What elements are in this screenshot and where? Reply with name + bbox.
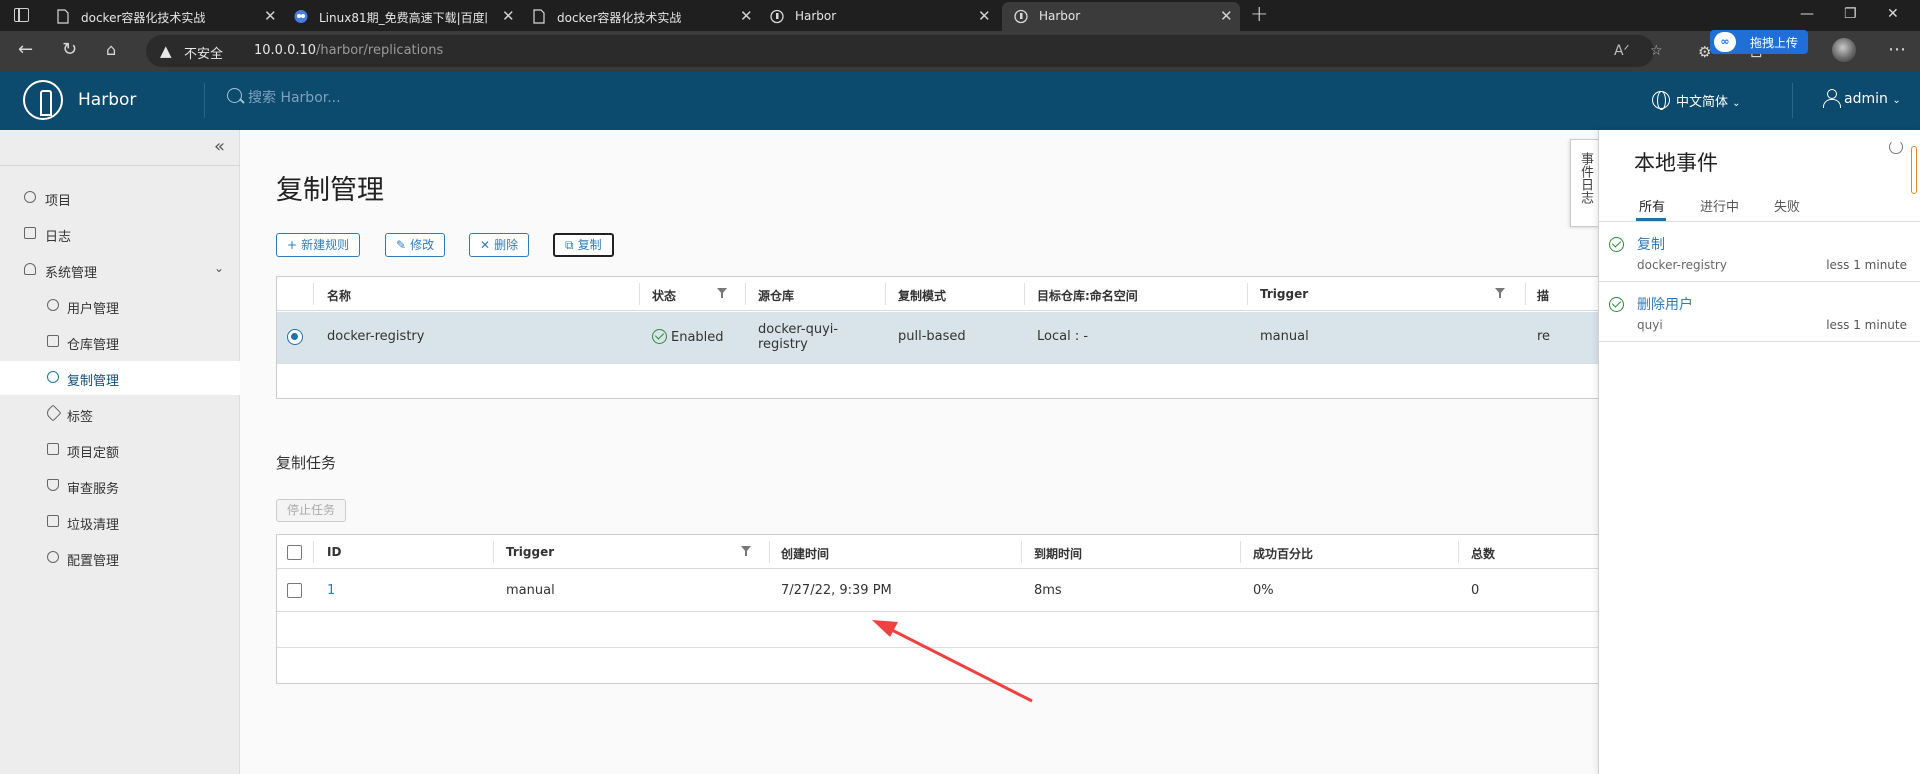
event-time: less 1 minute (1826, 258, 1907, 272)
event-target: docker-registry (1637, 258, 1727, 272)
event-log-tab-label: 事件日志 (1578, 152, 1593, 204)
event-target: quyi (1637, 318, 1663, 332)
event-log-tab[interactable]: 事件日志 (1570, 139, 1598, 227)
event-name[interactable]: 复制 (1637, 234, 1665, 254)
event-time: less 1 minute (1826, 318, 1907, 332)
event-item[interactable]: 删除用户 quyi less 1 minute (1599, 282, 1920, 342)
tab-failed[interactable]: 失败 (1774, 196, 1800, 215)
event-name[interactable]: 删除用户 (1637, 294, 1693, 314)
events-panel: 本地事件 所有 进行中 失败 复制 docker-registry less 1… (1598, 130, 1920, 774)
tab-in-progress[interactable]: 进行中 (1700, 196, 1739, 215)
check-circle-icon (1609, 297, 1624, 312)
events-title: 本地事件 (1634, 151, 1718, 175)
check-circle-icon (1609, 237, 1624, 252)
event-item[interactable]: 复制 docker-registry less 1 minute (1599, 222, 1920, 282)
tab-all[interactable]: 所有 (1639, 196, 1665, 215)
refresh-icon[interactable] (1889, 140, 1903, 154)
red-arrow-icon (872, 620, 1033, 703)
scrollbar-thumb[interactable] (1911, 146, 1917, 194)
